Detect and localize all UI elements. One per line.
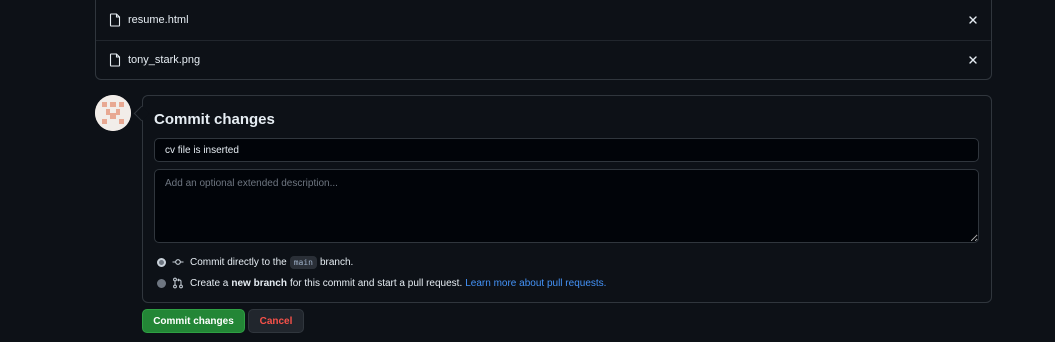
close-icon[interactable] bbox=[967, 14, 979, 26]
file-icon bbox=[109, 13, 121, 27]
new-branch-prefix: Create a bbox=[190, 277, 229, 289]
file-name: tony_stark.png bbox=[128, 54, 201, 66]
commit-direct-option[interactable]: Commit directly to the main branch. bbox=[157, 254, 353, 270]
new-branch-suffix: for this commit and start a pull request… bbox=[289, 277, 463, 289]
commit-description-textarea[interactable] bbox=[154, 169, 979, 243]
git-commit-icon bbox=[172, 256, 184, 268]
git-pull-request-icon bbox=[172, 277, 184, 289]
commit-summary-input[interactable] bbox=[154, 138, 979, 162]
commit-changes-panel: Commit changes Commit directly to the ma… bbox=[142, 95, 992, 303]
branch-name-badge: main bbox=[289, 255, 317, 269]
uploaded-file-list: resume.html tony_stark.png bbox=[95, 0, 992, 80]
commit-changes-button[interactable]: Commit changes bbox=[142, 309, 245, 333]
new-branch-radio[interactable] bbox=[157, 278, 166, 288]
commit-direct-suffix: branch. bbox=[319, 256, 354, 268]
commit-direct-label: Commit directly to the bbox=[190, 256, 287, 268]
file-name: resume.html bbox=[128, 14, 189, 26]
cancel-button[interactable]: Cancel bbox=[248, 309, 304, 333]
file-row: resume.html bbox=[96, 0, 991, 40]
avatar[interactable] bbox=[95, 95, 131, 131]
new-branch-option[interactable]: Create a new branch for this commit and … bbox=[157, 275, 606, 291]
new-branch-bold: new branch bbox=[231, 277, 287, 289]
file-icon bbox=[109, 53, 121, 67]
close-icon[interactable] bbox=[967, 54, 979, 66]
commit-direct-radio[interactable] bbox=[157, 257, 166, 267]
commit-title: Commit changes bbox=[154, 111, 275, 128]
file-row: tony_stark.png bbox=[96, 40, 991, 79]
learn-more-pull-requests-link[interactable]: Learn more about pull requests. bbox=[465, 278, 606, 289]
